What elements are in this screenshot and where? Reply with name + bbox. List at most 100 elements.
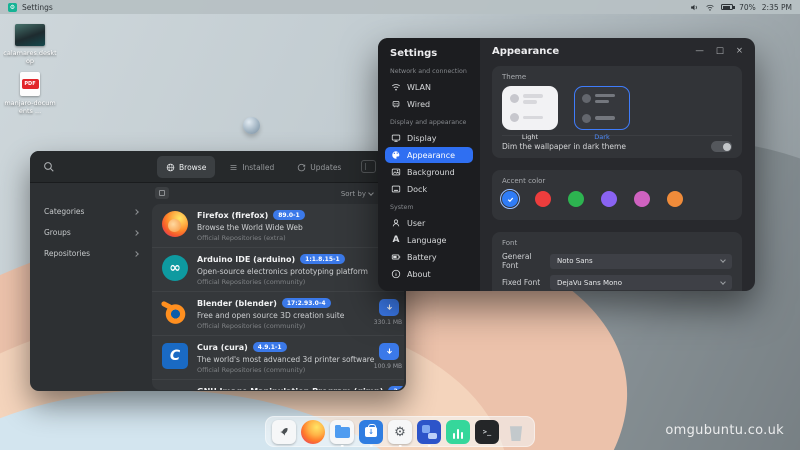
tab-installed[interactable]: Installed (220, 156, 283, 178)
sidebar-item-display[interactable]: Display (385, 130, 473, 146)
watermark: omgubuntu.co.uk (665, 423, 784, 438)
app-store-icon[interactable]: ↓ (359, 420, 383, 444)
trash-icon[interactable] (504, 420, 528, 444)
font-card: Font General Font Noto Sans Fixed Font D… (492, 232, 742, 291)
user-icon (391, 218, 401, 228)
search-icon[interactable] (43, 161, 55, 173)
file-thumbnail (15, 24, 45, 46)
accent-color-card: Accent color (492, 170, 742, 220)
software-toolbar: Browse Installed Updates (30, 151, 406, 183)
download-button[interactable] (379, 343, 399, 360)
chevron-right-icon (133, 230, 139, 236)
app-row-cura[interactable]: C Cura (cura) 4.9.1-1 The world's most a… (152, 336, 404, 380)
app-row-blender[interactable]: Blender (blender) 17:2.93.0-4 Free and o… (152, 292, 404, 336)
system-monitor-icon[interactable] (446, 420, 470, 444)
accent-swatch-green[interactable] (568, 191, 584, 207)
pdf-badge: PDF (22, 79, 39, 89)
pdf-file-icon: PDF (20, 72, 40, 96)
sort-by-control[interactable]: Sort by (341, 190, 373, 198)
close-button[interactable]: × (736, 46, 743, 56)
desktop-icon-pdf[interactable]: PDF manjaro-documents ... (3, 72, 57, 116)
download-size: 330.1 MB (372, 319, 404, 326)
sidebar-item-about[interactable]: About (385, 266, 473, 282)
item-label: Background (407, 168, 455, 177)
accent-swatch-blue[interactable] (502, 191, 518, 207)
repositories-label: Repositories (44, 249, 90, 258)
dim-wallpaper-toggle[interactable] (711, 141, 732, 152)
item-label: Dock (407, 185, 427, 194)
topbar-app[interactable]: ⚙ Settings (8, 3, 53, 12)
file-manager-icon[interactable] (330, 420, 354, 444)
app-description: Free and open source 3D creation suite (197, 311, 344, 320)
chevron-down-icon (368, 190, 374, 196)
sidebar-item-user[interactable]: User (385, 215, 473, 231)
check-icon (506, 195, 515, 204)
maximize-button[interactable]: □ (716, 46, 724, 56)
volume-icon[interactable] (690, 3, 699, 12)
view-toggle-button[interactable] (155, 187, 169, 199)
settings-icon[interactable]: ⚙ (388, 420, 412, 444)
firefox-icon[interactable] (301, 420, 325, 444)
app-row-arduino[interactable]: ∞ Arduino IDE (arduino) 1:1.8.15-1 Open-… (152, 248, 404, 292)
sidebar-item-groups[interactable]: Groups (30, 222, 152, 243)
minimize-button[interactable]: — (695, 46, 704, 56)
tab-updates[interactable]: Updates (288, 156, 350, 178)
categories-label: Categories (44, 207, 84, 216)
sidebar-item-dock[interactable]: Dock (385, 181, 473, 197)
sidebar-item-repositories[interactable]: Repositories (30, 243, 152, 264)
cura-icon: C (162, 343, 188, 369)
section-header: System (390, 204, 468, 211)
sidebar-item-wlan[interactable]: WLAN (385, 79, 473, 95)
ethernet-icon (391, 99, 401, 109)
list-icon (229, 163, 238, 172)
panel-toggle-button[interactable] (361, 160, 376, 173)
item-label: Wired (407, 100, 430, 109)
launcher-icon[interactable] (272, 420, 296, 444)
sidebar-item-wired[interactable]: Wired (385, 96, 473, 112)
gear-glyph: ⚙ (394, 426, 406, 439)
fixed-font-value: DejaVu Sans Mono (557, 279, 622, 287)
text-editor-icon[interactable] (417, 420, 441, 444)
fixed-font-select[interactable]: DejaVu Sans Mono (550, 275, 732, 290)
app-row-firefox[interactable]: Firefox (firefox) 89.0-1 Browse the Worl… (152, 204, 404, 248)
dock: ↓ ⚙ >_ (265, 416, 535, 447)
desktop-icon-calamares[interactable]: calamares.desktop (3, 24, 57, 66)
sidebar-item-language[interactable]: A Language (385, 232, 473, 248)
battery-icon[interactable] (721, 4, 733, 10)
arduino-infinity-icon: ∞ (162, 255, 188, 281)
version-badge: 89.0-1 (273, 210, 304, 220)
item-label: User (407, 219, 425, 228)
accent-swatch-red[interactable] (535, 191, 551, 207)
app-list: Firefox (firefox) 89.0-1 Browse the Worl… (152, 204, 404, 390)
battery-icon (391, 252, 401, 262)
item-label: About (407, 270, 431, 279)
clock[interactable]: 2:35 PM (762, 3, 792, 12)
topbar-status-area: 70% 2:35 PM (690, 3, 792, 12)
sidebar-item-battery[interactable]: Battery (385, 249, 473, 265)
section-header: Display and appearance (390, 119, 468, 126)
sidebar-item-categories[interactable]: Categories (30, 201, 152, 222)
download-button[interactable] (379, 299, 399, 316)
download-icon (385, 347, 394, 356)
item-label: WLAN (407, 83, 431, 92)
sidebar-item-appearance[interactable]: Appearance (385, 147, 473, 163)
wifi-icon[interactable] (705, 3, 715, 12)
theme-option-light[interactable]: Light (502, 86, 558, 141)
accent-swatch-orange[interactable] (667, 191, 683, 207)
accent-swatch-purple[interactable] (601, 191, 617, 207)
tab-browse[interactable]: Browse (157, 156, 215, 178)
download-icon (385, 303, 394, 312)
sidebar-item-background[interactable]: Background (385, 164, 473, 180)
app-name: Blender (blender) (197, 299, 277, 308)
accent-title: Accent color (502, 177, 732, 185)
app-description: The world's most advanced 3d printer sof… (197, 355, 374, 364)
app-row-gimp[interactable]: GNU Image Manipulation Program (gimp) 2.… (152, 380, 404, 390)
terminal-icon[interactable]: >_ (475, 420, 499, 444)
desktop-icon-label: calamares.desktop (3, 49, 57, 66)
accent-swatch-pink[interactable] (634, 191, 650, 207)
general-font-select[interactable]: Noto Sans (550, 254, 732, 269)
settings-sidebar: Settings Network and connection WLAN Wir… (378, 38, 480, 291)
bag-glyph: ↓ (365, 427, 377, 437)
software-tabs: Browse Installed Updates (157, 156, 350, 178)
theme-option-dark[interactable]: Dark (574, 86, 630, 141)
